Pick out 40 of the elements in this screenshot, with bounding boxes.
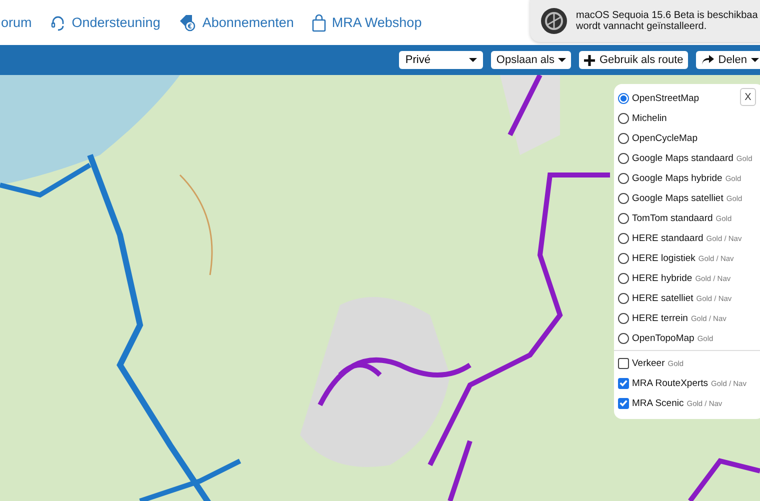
nav-link[interactable]: orum [1, 15, 32, 30]
checkbox[interactable] [618, 378, 629, 388]
radio-button[interactable] [618, 132, 629, 144]
radio-button[interactable] [618, 272, 629, 284]
radio-button[interactable] [618, 172, 629, 184]
checkbox[interactable] [618, 358, 629, 368]
price-tag-icon [178, 14, 196, 32]
layer-option[interactable]: Michelin [618, 108, 667, 128]
toolbar-button[interactable]: Delen [696, 51, 760, 69]
radio-button[interactable] [618, 332, 629, 344]
nav-link[interactable]: Ondersteuning [50, 14, 160, 32]
layer-option[interactable]: OpenStreetMap [618, 88, 700, 108]
layer-option[interactable]: OpenCycleMap [618, 128, 698, 148]
toolbar-button[interactable]: Gebruik als route [579, 51, 688, 69]
radio-button[interactable] [618, 192, 629, 204]
plus-icon [584, 54, 596, 66]
caret-icon [469, 58, 478, 62]
caret-icon [558, 58, 566, 62]
gear-icon [540, 7, 568, 35]
close-button[interactable]: X [740, 88, 756, 106]
notification-text: wordt vannacht geïnstalleerd. [576, 21, 708, 32]
radio-button[interactable] [618, 152, 629, 164]
radio-button[interactable] [618, 112, 629, 124]
headset-icon [50, 14, 66, 32]
radio-button[interactable] [618, 92, 629, 104]
notification-text: macOS Sequoia 15.6 Beta is beschikbaa [576, 10, 758, 21]
radio-button[interactable] [618, 212, 629, 224]
toolbar-button[interactable]: Opslaan als [491, 51, 572, 69]
nav-link[interactable]: Abonnementen [178, 14, 294, 32]
share-arrow-icon [701, 54, 714, 66]
radio-button[interactable] [618, 292, 629, 304]
radio-button[interactable] [618, 232, 629, 244]
notification[interactable]: macOS Sequoia 15.6 Beta is beschikbaa wordt vannacht geïnstalleerd. [530, 0, 760, 42]
checkbox[interactable] [618, 398, 629, 408]
radio-button[interactable] [618, 252, 629, 264]
caret-icon [751, 58, 759, 62]
radio-button[interactable] [618, 312, 629, 324]
shopping-bag-icon [312, 14, 326, 32]
visibility-select[interactable]: Privé [399, 51, 484, 69]
nav-link[interactable]: MRA Webshop [312, 14, 422, 32]
